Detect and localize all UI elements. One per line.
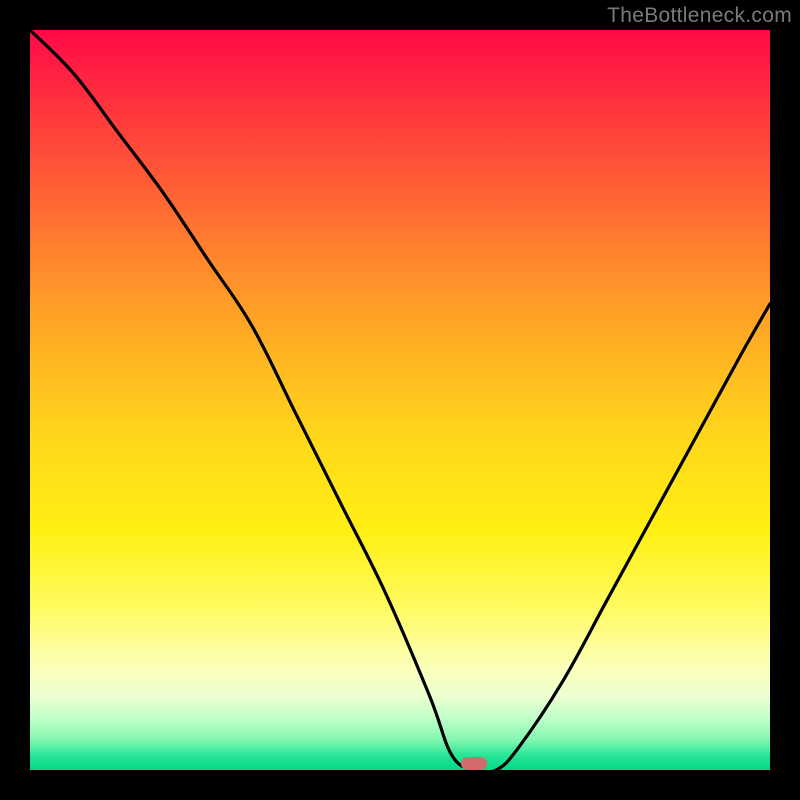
optimal-marker xyxy=(461,757,487,770)
plot-area xyxy=(30,30,770,770)
bottleneck-curve xyxy=(30,30,770,770)
chart-frame: TheBottleneck.com xyxy=(0,0,800,800)
watermark-text: TheBottleneck.com xyxy=(607,4,792,28)
